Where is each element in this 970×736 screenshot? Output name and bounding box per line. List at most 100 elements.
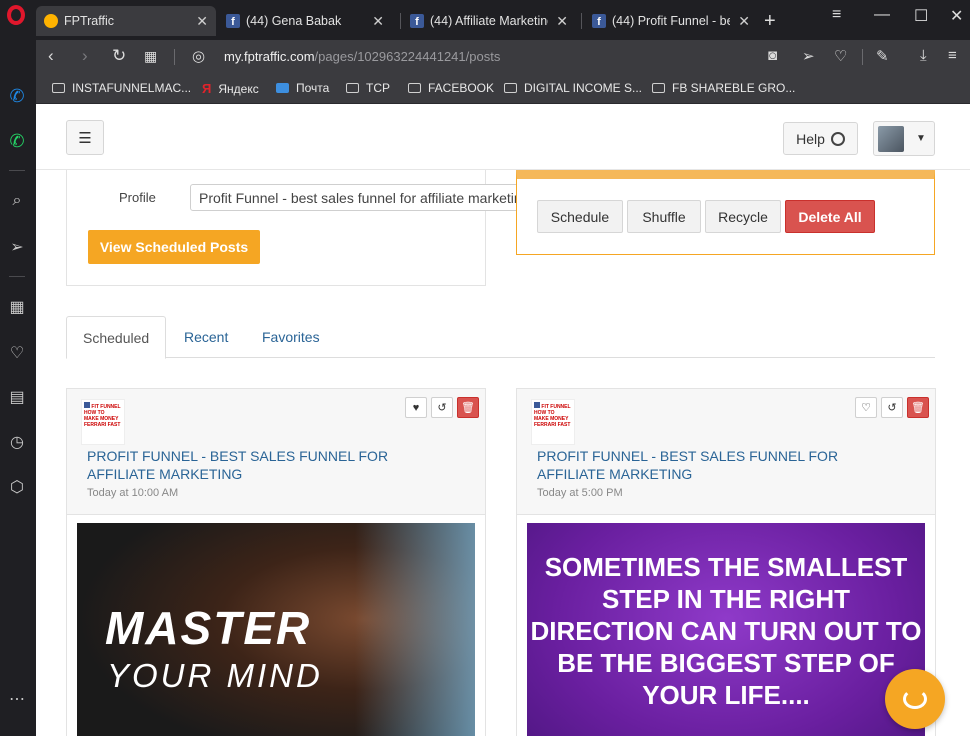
send-tab-icon[interactable]: ➢ [802,47,815,65]
post-image: MASTER YOUR MIND [77,523,475,736]
bookmark-fb-shareble[interactable]: FB SHAREBLE GRO... [652,81,795,95]
folder-icon [346,83,359,93]
recycle-button[interactable]: Recycle [705,200,781,233]
help-label: Help [796,130,825,147]
tab-scheduled[interactable]: Scheduled [66,316,167,359]
sidebar-divider [9,276,25,277]
more-icon[interactable]: ⋯ [6,688,28,710]
url-text[interactable]: my.fptraffic.com/pages/102963224441241/p… [224,49,500,64]
post-title[interactable]: PROFIT FUNNEL - BEST SALES FUNNEL FOR AF… [537,447,907,483]
mail-icon [276,83,289,93]
shuffle-button[interactable]: Shuffle [627,200,701,233]
post-tools: ♡ ↺ 🗑 [855,397,929,418]
folder-icon [52,83,65,93]
bookmark-tcp[interactable]: TCP [346,81,390,95]
edit-icon[interactable]: ✎ [876,47,889,65]
facebook-favicon-icon: f [592,14,606,28]
post-image: SOMETIMES THE SMALLEST STEP IN THE RIGHT… [527,523,925,736]
tab-fptraffic[interactable]: FPTraffic ✕ [36,6,216,36]
whatsapp-icon[interactable]: ✆ [6,130,28,152]
help-button[interactable]: Help [783,122,858,155]
view-scheduled-posts-button[interactable]: View Scheduled Posts [88,230,260,264]
back-arrow-icon[interactable]: ‹ [48,46,54,66]
heart-filled-icon: ♥ [412,401,420,414]
messenger-icon[interactable]: ✆ [6,85,28,107]
tab-menu-icon[interactable]: ≡ [832,6,841,24]
facebook-mini-icon [534,402,540,408]
image-sky-fade [355,523,475,736]
lifebuoy-icon [830,131,845,146]
hamburger-menu-button[interactable]: ☰ [66,120,104,155]
window-close-icon[interactable]: ✕ [950,6,963,26]
actions-panel: Schedule Shuffle Recycle Delete All [516,170,935,255]
tab-affiliate-marketing[interactable]: f (44) Affiliate Marketing ✕ [402,6,576,36]
tab-label: (44) Gena Babak [246,14,342,28]
url-domain: my.fptraffic.com [224,49,315,64]
profile-select[interactable]: Profit Funnel - best sales funnel for af… [190,184,520,211]
yandex-icon: Я [202,81,212,96]
page-logo: FIT FUNNEL HOW TO MAKE MONEY FERRARI FAS… [81,399,125,445]
speed-dial-icon[interactable]: ▦ [6,296,28,318]
delete-all-button[interactable]: Delete All [785,200,875,233]
reload-icon[interactable]: ↻ [112,46,126,66]
bookmark-label: Почта [296,81,330,95]
facebook-favicon-icon: f [226,14,240,28]
maximize-icon[interactable]: ☐ [914,6,928,26]
favorite-heart-button[interactable]: ♥ [405,397,427,418]
opera-sidebar: ✆ ✆ ⌕ ➢ ▦ ♡ ▤ ◷ ⬡ ⋯ [0,0,36,736]
search-icon[interactable]: ⌕ [6,190,28,212]
chat-support-button[interactable] [885,669,945,729]
history-icon[interactable]: ◷ [6,431,28,453]
close-icon[interactable]: ✕ [196,13,208,30]
delete-post-button[interactable]: 🗑 [457,397,479,418]
bookmark-digital-income[interactable]: DIGITAL INCOME S... [504,81,642,95]
recycle-post-button[interactable]: ↺ [881,397,903,418]
schedule-button[interactable]: Schedule [537,200,623,233]
bookmark-instafunnel[interactable]: INSTAFUNNELMAC... [52,81,191,95]
new-tab-plus-icon[interactable]: + [764,10,776,33]
bookmark-facebook[interactable]: FACEBOOK [408,81,494,95]
hamburger-icon: ☰ [78,129,92,147]
tab-profit-funnel[interactable]: f (44) Profit Funnel - best ✕ [584,6,758,36]
facebook-mini-icon [84,402,90,408]
download-icon[interactable]: ⤓ [920,47,927,64]
bookmark-yandex[interactable]: Я Яндекс [202,81,259,96]
news-icon[interactable]: ▤ [6,386,28,408]
tab-recent[interactable]: Recent [168,316,244,358]
folder-icon [408,83,421,93]
tabs-grid-icon[interactable]: ▦ [144,48,157,65]
close-icon[interactable]: ✕ [738,13,750,30]
user-menu-button[interactable]: ▼ [873,121,935,156]
send-icon[interactable]: ➢ [6,236,28,258]
favorite-heart-button[interactable]: ♡ [855,397,877,418]
heart-icon[interactable]: ♡ [834,47,847,65]
post-card-header: FIT FUNNEL HOW TO MAKE MONEY FERRARI FAS… [67,389,485,515]
tab-label: (44) Affiliate Marketing [430,14,549,28]
extensions-icon[interactable]: ⬡ [6,476,28,498]
forward-arrow-icon[interactable]: › [82,46,88,66]
delete-post-button[interactable]: 🗑 [907,397,929,418]
fptraffic-favicon-icon [44,14,58,28]
address-divider [862,49,863,65]
page-logo: FIT FUNNEL HOW TO MAKE MONEY FERRARI FAS… [531,399,575,445]
undo-icon: ↺ [437,402,447,414]
recycle-post-button[interactable]: ↺ [431,397,453,418]
tab-favorites[interactable]: Favorites [246,316,336,358]
trash-icon: 🗑 [461,402,475,414]
opera-logo-icon[interactable] [7,5,25,25]
url-path: /pages/102963224441241/posts [314,49,501,64]
close-icon[interactable]: ✕ [556,13,568,30]
bookmark-mail[interactable]: Почта [276,81,329,95]
heart-icon[interactable]: ♡ [6,342,28,364]
globe-icon[interactable]: ◎ [192,47,205,65]
post-card: FIT FUNNEL HOW TO MAKE MONEY FERRARI FAS… [516,388,936,736]
close-icon[interactable]: ✕ [372,13,384,30]
post-title[interactable]: PROFIT FUNNEL - BEST SALES FUNNEL FOR AF… [87,447,457,483]
menu-icon[interactable]: ≡ [948,47,957,64]
tab-gena-babak[interactable]: f (44) Gena Babak ✕ [218,6,392,36]
minimize-icon[interactable]: — [874,6,890,24]
post-card-header: FIT FUNNEL HOW TO MAKE MONEY FERRARI FAS… [517,389,935,515]
camera-icon[interactable]: ◙ [768,47,777,64]
bookmark-label: TCP [366,81,390,95]
image-subline: YOUR MIND [107,657,323,694]
